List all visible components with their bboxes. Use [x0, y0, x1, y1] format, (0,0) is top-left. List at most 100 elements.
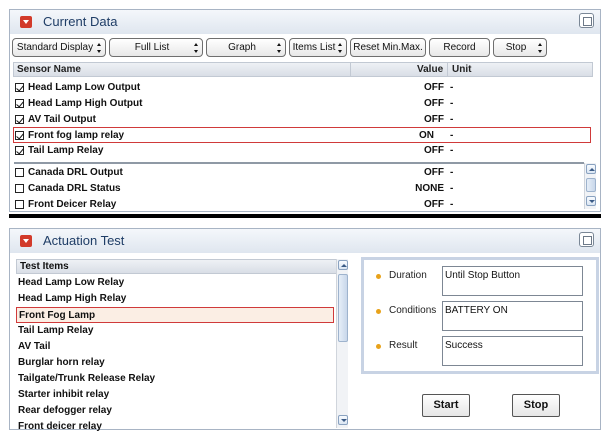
row-checkbox[interactable]	[15, 83, 24, 92]
sensor-row[interactable]: Canada DRL Status NONE -	[14, 181, 600, 197]
sensor-unit: -	[450, 130, 454, 141]
column-unit: Unit	[452, 64, 472, 75]
result-label: Result	[389, 340, 418, 351]
column-divider	[350, 63, 351, 76]
test-item-label: Tailgate/Trunk Release Relay	[18, 373, 156, 384]
test-items-label: Test Items	[20, 261, 69, 272]
actuation-test-header: Actuation Test	[10, 229, 600, 253]
sensor-name: Front fog lamp relay	[28, 130, 125, 141]
scroll-thumb[interactable]	[338, 274, 348, 342]
current-data-panel: Current Data Standard Display Full List …	[9, 9, 601, 212]
test-item[interactable]: AV Tail	[16, 339, 334, 355]
sensor-value: ON	[419, 130, 434, 141]
sensor-value: OFF	[424, 145, 444, 156]
spinner-icon	[97, 43, 102, 53]
sensor-name: AV Tail Output	[28, 114, 96, 125]
panel-divider	[9, 214, 601, 218]
result-value: Success	[442, 336, 583, 366]
test-items-scrollbar[interactable]	[336, 259, 348, 428]
test-item-label: Head Lamp Low Relay	[18, 277, 125, 288]
sensor-value: OFF	[424, 114, 444, 125]
group-separator	[14, 162, 584, 164]
graph-select[interactable]: Graph	[206, 38, 286, 57]
test-item[interactable]: Starter inhibit relay	[16, 387, 334, 403]
sensor-unit: -	[450, 167, 454, 178]
scroll-down-arrow-icon[interactable]	[586, 196, 596, 206]
test-item[interactable]: Front Fog Lamp	[16, 307, 334, 323]
sensor-row[interactable]: Head Lamp High Output OFF -	[14, 96, 600, 112]
row-checkbox[interactable]	[15, 200, 24, 209]
collapse-arrow-icon[interactable]	[20, 16, 32, 28]
row-checkbox[interactable]	[15, 131, 24, 140]
maximize-icon[interactable]	[579, 232, 594, 247]
test-item[interactable]: Burglar horn relay	[16, 355, 334, 371]
test-details-box: Duration Until Stop Button Conditions BA…	[361, 257, 599, 374]
spinner-icon	[277, 43, 282, 53]
scroll-thumb[interactable]	[586, 178, 596, 192]
sensor-unit: -	[450, 145, 454, 156]
sensor-name: Canada DRL Output	[28, 167, 123, 178]
sensor-row[interactable]: Front fog lamp relay ON -	[13, 127, 591, 143]
start-button[interactable]: Start	[422, 394, 470, 417]
items-list-label: Items List	[292, 42, 336, 53]
duration-label: Duration	[389, 270, 427, 281]
row-checkbox[interactable]	[15, 99, 24, 108]
record-button[interactable]: Record	[429, 38, 490, 57]
sensor-row[interactable]: Head Lamp Low Output OFF -	[14, 80, 600, 96]
column-sensor-name: Sensor Name	[17, 64, 81, 75]
collapse-arrow-icon[interactable]	[20, 235, 32, 247]
scroll-up-arrow-icon[interactable]	[338, 260, 348, 270]
sensor-row[interactable]: Front Deicer Relay OFF -	[14, 197, 600, 213]
standard-display-label: Standard Display	[16, 42, 94, 53]
sensor-row[interactable]: Tail Lamp Relay OFF -	[14, 143, 600, 159]
actuation-test-title: Actuation Test	[43, 233, 125, 248]
test-item[interactable]: Tailgate/Trunk Release Relay	[16, 371, 334, 387]
result-field: Result Success	[376, 336, 592, 366]
test-item-label: AV Tail	[18, 341, 51, 352]
test-item[interactable]: Head Lamp Low Relay	[16, 275, 334, 291]
stop-select-label: Stop	[505, 42, 527, 53]
full-list-label: Full List	[134, 42, 170, 53]
row-checkbox[interactable]	[15, 168, 24, 177]
stop-select[interactable]: Stop	[493, 38, 547, 57]
maximize-icon[interactable]	[579, 13, 594, 28]
standard-display-select[interactable]: Standard Display	[12, 38, 106, 57]
full-list-select[interactable]: Full List	[109, 38, 203, 57]
conditions-value: BATTERY ON	[442, 301, 583, 331]
sensor-scrollbar[interactable]	[584, 163, 596, 209]
row-checkbox[interactable]	[15, 184, 24, 193]
row-checkbox[interactable]	[15, 115, 24, 124]
sensor-value: OFF	[424, 82, 444, 93]
actuation-test-panel: Actuation Test Test Items Head Lamp Low …	[9, 228, 601, 432]
row-checkbox[interactable]	[15, 146, 24, 155]
sensor-unit: -	[450, 199, 454, 210]
sensor-row[interactable]: Canada DRL Output OFF -	[14, 165, 600, 181]
sensor-unit: -	[450, 114, 454, 125]
graph-label: Graph	[228, 42, 256, 53]
test-item-label: Front Fog Lamp	[19, 310, 96, 321]
sensor-unit: -	[450, 82, 454, 93]
stop-button[interactable]: Stop	[512, 394, 560, 417]
scroll-up-arrow-icon[interactable]	[586, 164, 596, 174]
items-list-select[interactable]: Items List	[289, 38, 347, 57]
sensor-name: Front Deicer Relay	[28, 199, 117, 210]
column-divider	[447, 63, 448, 76]
test-items-header: Test Items	[16, 259, 342, 274]
spinner-icon	[538, 43, 543, 53]
test-item[interactable]: Rear defogger relay	[16, 403, 334, 419]
scroll-down-arrow-icon[interactable]	[338, 415, 348, 425]
column-value: Value	[417, 64, 444, 75]
sensor-name: Head Lamp High Output	[28, 98, 143, 109]
bullet-icon	[376, 309, 381, 314]
test-item-label: Starter inhibit relay	[18, 389, 110, 400]
test-item[interactable]: Front deicer relay	[16, 419, 334, 435]
sensor-unit: -	[450, 98, 454, 109]
reset-min-max-button[interactable]: Reset Min.Max.	[350, 38, 426, 57]
conditions-field: Conditions BATTERY ON	[376, 301, 592, 331]
test-item[interactable]: Tail Lamp Relay	[16, 323, 334, 339]
test-item-label: Tail Lamp Relay	[18, 325, 94, 336]
sensor-unit: -	[450, 183, 454, 194]
sensor-row[interactable]: AV Tail Output OFF -	[14, 112, 600, 128]
test-item-label: Burglar horn relay	[18, 357, 105, 368]
test-item[interactable]: Head Lamp High Relay	[16, 291, 334, 307]
